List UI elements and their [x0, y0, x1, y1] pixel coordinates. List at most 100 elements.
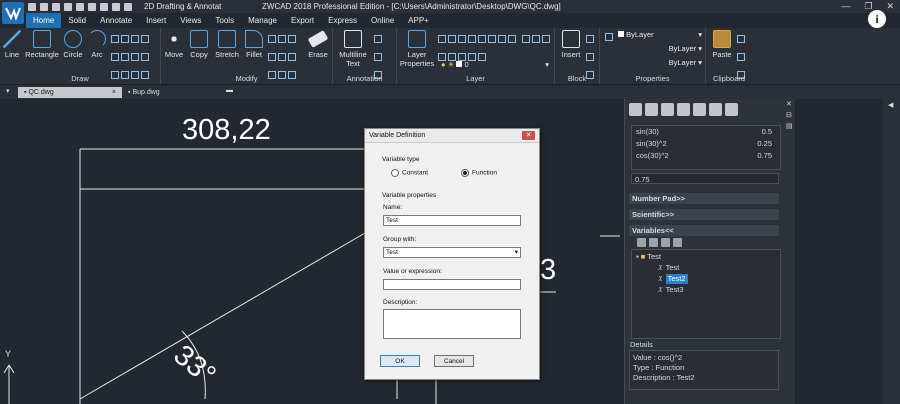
- layer-match-icon[interactable]: [488, 35, 496, 43]
- scientific-header[interactable]: Scientific>>: [629, 209, 779, 220]
- tab-solid[interactable]: Solid: [61, 13, 93, 28]
- layer-state-icon[interactable]: [438, 35, 446, 43]
- extend-icon[interactable]: [278, 35, 286, 43]
- workspace-gear-icon[interactable]: [124, 2, 132, 11]
- region-icon[interactable]: [121, 53, 129, 61]
- group-with-select[interactable]: Test ▾: [383, 247, 521, 258]
- ok-button[interactable]: OK: [380, 355, 420, 367]
- distance-icon[interactable]: [693, 103, 706, 116]
- leader-icon[interactable]: [374, 53, 382, 61]
- cloud-icon[interactable]: [131, 53, 139, 61]
- move-button[interactable]: Move: [163, 30, 185, 59]
- tree-group-test[interactable]: ▪ ■ Test: [636, 252, 661, 262]
- paste-button[interactable]: Paste: [710, 30, 734, 59]
- new-file-icon[interactable]: [28, 2, 36, 11]
- new-tab-icon[interactable]: ▬: [226, 87, 233, 94]
- tab-online[interactable]: Online: [364, 13, 401, 28]
- tab-menu-icon[interactable]: ▾: [6, 87, 10, 95]
- variables-header[interactable]: Variables<<: [629, 225, 779, 236]
- create-block-icon[interactable]: [586, 35, 594, 43]
- tree-item-test3[interactable]: X Test3: [658, 285, 684, 295]
- spline-icon[interactable]: [131, 35, 139, 43]
- layer-prev-icon[interactable]: [498, 35, 506, 43]
- line-button[interactable]: Line: [2, 30, 22, 59]
- layer-properties-button[interactable]: Layer Properties: [399, 30, 435, 68]
- dialog-close-button[interactable]: ✕: [522, 131, 535, 140]
- tab-annotate[interactable]: Annotate: [93, 13, 139, 28]
- calculator-icon[interactable]: [673, 238, 682, 247]
- doc-tab-bup[interactable]: ▪ Bup.dwg: [122, 87, 224, 98]
- function-radio[interactable]: Function: [461, 169, 497, 177]
- tab-home[interactable]: Home: [26, 13, 62, 28]
- multiline-text-button[interactable]: Multiline Text: [335, 30, 371, 68]
- zwcad-logo-icon[interactable]: [2, 2, 24, 24]
- ellipse-icon[interactable]: [111, 35, 119, 43]
- hatch-icon[interactable]: [141, 35, 149, 43]
- fillet-button[interactable]: Fillet: [243, 30, 265, 59]
- mirror-icon[interactable]: [268, 53, 276, 61]
- history-row[interactable]: sin(30) 0.5: [632, 126, 780, 138]
- save-as-icon[interactable]: [64, 2, 72, 11]
- tree-item-test[interactable]: X Test: [658, 263, 679, 273]
- layer-merge-icon[interactable]: [522, 35, 531, 43]
- collapse-left-icon[interactable]: ◀: [888, 101, 893, 109]
- expand-icon[interactable]: ▪: [636, 252, 639, 261]
- help-icon[interactable]: i: [868, 10, 886, 28]
- close-button[interactable]: ✕: [886, 0, 894, 13]
- arc-button[interactable]: Arc: [86, 30, 108, 59]
- panel-autohide-icon[interactable]: ⊟: [786, 111, 796, 119]
- tree-item-test2[interactable]: X Test2: [658, 274, 688, 284]
- name-input[interactable]: Test: [383, 215, 521, 226]
- undo-icon[interactable]: [100, 2, 108, 11]
- constant-radio[interactable]: Constant: [391, 169, 428, 177]
- number-pad-header[interactable]: Number Pad>>: [629, 193, 779, 204]
- delete-variable-icon[interactable]: [661, 238, 670, 247]
- history-row[interactable]: sin(30)^2 0.25: [632, 138, 780, 150]
- print-icon[interactable]: [76, 2, 84, 11]
- save-icon[interactable]: [52, 2, 60, 11]
- erase-button[interactable]: Erase: [306, 30, 330, 59]
- polygon-icon[interactable]: [121, 35, 129, 43]
- dimension-icon[interactable]: [374, 35, 382, 43]
- value-expression-input[interactable]: [383, 279, 521, 290]
- cancel-button[interactable]: Cancel: [434, 355, 474, 367]
- lineweight-dropdown[interactable]: ByLayer ▾: [618, 58, 702, 67]
- redo-icon[interactable]: [112, 2, 120, 11]
- clear-icon[interactable]: [629, 103, 642, 116]
- layer-delete-icon[interactable]: [532, 35, 541, 43]
- tab-manage[interactable]: Manage: [241, 13, 284, 28]
- tab-tools[interactable]: Tools: [208, 13, 241, 28]
- rectangle-button[interactable]: Rectangle: [24, 30, 60, 59]
- copy-clip-icon[interactable]: [737, 53, 745, 61]
- get-coordinates-icon[interactable]: [677, 103, 690, 116]
- polyline-icon[interactable]: [111, 53, 119, 61]
- layer-iso-icon[interactable]: [448, 35, 456, 43]
- tab-express[interactable]: Express: [321, 13, 364, 28]
- edit-block-icon[interactable]: [586, 53, 594, 61]
- trim-icon[interactable]: [268, 35, 276, 43]
- workspace-dropdown[interactable]: 2D Drafting & Annotat: [144, 0, 221, 13]
- expression-input[interactable]: 0.75: [631, 173, 779, 184]
- boundary-icon[interactable]: [141, 53, 149, 61]
- tab-export[interactable]: Export: [284, 13, 321, 28]
- layer-walk-icon[interactable]: [508, 35, 516, 43]
- history-row[interactable]: cos(30)^2 0.75: [632, 150, 780, 162]
- open-folder-icon[interactable]: [40, 2, 48, 11]
- tab-insert[interactable]: Insert: [139, 13, 173, 28]
- new-variable-icon[interactable]: [637, 238, 646, 247]
- layer-lock-icon[interactable]: [478, 35, 486, 43]
- paste-value-icon[interactable]: [661, 103, 674, 116]
- stretch-button[interactable]: Stretch: [213, 30, 241, 59]
- description-textarea[interactable]: [383, 309, 521, 339]
- tab-views[interactable]: Views: [173, 13, 208, 28]
- angle-icon[interactable]: [709, 103, 722, 116]
- edit-variable-icon[interactable]: [649, 238, 658, 247]
- minimize-button[interactable]: —: [841, 0, 850, 13]
- layer-off-icon[interactable]: [458, 35, 466, 43]
- plot-preview-icon[interactable]: [88, 2, 96, 11]
- offset-icon[interactable]: [278, 53, 286, 61]
- cut-icon[interactable]: [737, 35, 745, 43]
- layer-change-icon[interactable]: [542, 35, 551, 43]
- close-tab-icon[interactable]: ×: [112, 87, 116, 98]
- doc-tab-qc[interactable]: ▪ QC.dwg ×: [18, 87, 122, 98]
